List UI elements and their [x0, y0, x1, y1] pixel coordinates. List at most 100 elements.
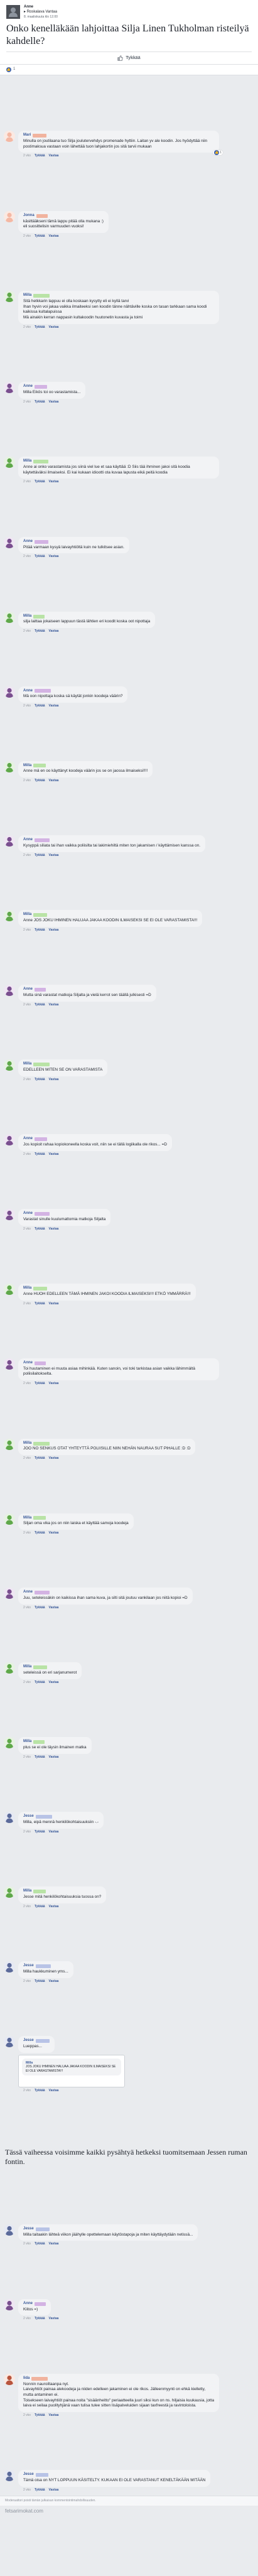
comment-reply-button[interactable]: Vastaa — [49, 1302, 59, 1306]
author-avatar[interactable] — [6, 5, 20, 19]
commenter-avatar[interactable] — [4, 1059, 15, 1071]
comment-like-button[interactable]: Tykkää — [35, 928, 45, 933]
comment-like-button[interactable]: Tykkää — [35, 1531, 45, 1535]
comment-author[interactable]: Milla — [23, 1665, 31, 1670]
comment-like-button[interactable]: Tykkää — [35, 853, 45, 858]
comment-time[interactable]: 2 vko — [23, 1680, 31, 1685]
comment-author[interactable]: Jonna — [23, 214, 35, 219]
comment-author[interactable]: Milla — [23, 1286, 31, 1291]
comment-time[interactable]: 2 vko — [23, 1382, 31, 1386]
comment-like-button[interactable]: Tykkää — [35, 2089, 45, 2093]
comment-author[interactable]: Milla — [23, 459, 31, 464]
comment-like-button[interactable]: Tykkää — [35, 1152, 45, 1157]
comment-reply-button[interactable]: Vastaa — [49, 704, 59, 708]
commenter-avatar[interactable] — [4, 985, 15, 997]
comment-author[interactable]: Jesse — [23, 2038, 34, 2043]
comment-like-count[interactable]: 👍 1 — [213, 150, 223, 156]
comment-reply-button[interactable]: Vastaa — [49, 2089, 59, 2093]
comment-time[interactable]: 2 vko — [23, 480, 31, 484]
commenter-avatar[interactable] — [4, 210, 15, 222]
commenter-avatar[interactable] — [4, 2298, 15, 2310]
commenter-avatar[interactable] — [4, 1588, 15, 1599]
commenter-avatar[interactable] — [4, 457, 15, 468]
comment-like-button[interactable]: Tykkää — [35, 1905, 45, 1909]
comment-author[interactable]: Milla — [23, 764, 31, 769]
comment-reply-button[interactable]: Vastaa — [49, 1382, 59, 1386]
comment-author[interactable]: Anne — [23, 1361, 33, 1366]
comment-like-button[interactable]: Tykkää — [35, 154, 45, 158]
like-button[interactable]: Tykkää — [6, 51, 252, 64]
comment-reply-button[interactable]: Vastaa — [49, 629, 59, 634]
comment-reply-button[interactable]: Vastaa — [49, 1979, 59, 1984]
comment-like-button[interactable]: Tykkää — [35, 1606, 45, 1610]
commenter-avatar[interactable] — [4, 910, 15, 922]
comment-reply-button[interactable]: Vastaa — [49, 1680, 59, 1685]
comment-time[interactable]: 2 vko — [23, 1606, 31, 1610]
comment-author[interactable]: Milla — [23, 1062, 31, 1067]
comment-author[interactable]: Anne — [23, 539, 33, 544]
comment-like-button[interactable]: Tykkää — [35, 234, 45, 239]
comment-time[interactable]: 2 vko — [23, 2488, 31, 2492]
comment-time[interactable]: 2 vko — [23, 1755, 31, 1760]
commenter-avatar[interactable] — [4, 1812, 15, 1824]
comment-time[interactable]: 2 vko — [23, 2089, 31, 2093]
comment-time[interactable]: 2 vko — [23, 2317, 31, 2321]
comment-reply-button[interactable]: Vastaa — [49, 1606, 59, 1610]
comment-time[interactable]: 2 vko — [23, 629, 31, 634]
comment-like-button[interactable]: Tykkää — [35, 1979, 45, 1984]
post-group[interactable]: Roskalava Vantaa — [27, 10, 57, 14]
comment-reply-button[interactable]: Vastaa — [49, 234, 59, 239]
commenter-avatar[interactable] — [4, 536, 15, 548]
commenter-avatar[interactable] — [4, 1358, 15, 1370]
comment-reply-button[interactable]: Vastaa — [49, 1227, 59, 1231]
comment-reply-button[interactable]: Vastaa — [49, 1152, 59, 1157]
commenter-avatar[interactable] — [4, 1134, 15, 1146]
comment-like-button[interactable]: Tykkää — [35, 1830, 45, 1834]
comment-author[interactable]: Anne — [23, 838, 33, 843]
commenter-avatar[interactable] — [4, 686, 15, 698]
comment-like-button[interactable]: Tykkää — [35, 400, 45, 404]
comment-author[interactable]: Milla — [23, 1740, 31, 1745]
comment-time[interactable]: 2 vko — [23, 1531, 31, 1535]
comment-like-button[interactable]: Tykkää — [35, 2413, 45, 2418]
comment-like-button[interactable]: Tykkää — [35, 480, 45, 484]
comment-author[interactable]: Iida — [23, 2376, 30, 2381]
comment-reply-button[interactable]: Vastaa — [49, 928, 59, 933]
comment-author[interactable]: Anne — [23, 384, 33, 389]
comment-reply-button[interactable]: Vastaa — [49, 480, 59, 484]
comment-time[interactable]: 2 vko — [23, 555, 31, 559]
comment-author[interactable]: Anne — [23, 987, 33, 992]
comment-reply-button[interactable]: Vastaa — [49, 555, 59, 559]
comment-author[interactable]: Milla — [23, 912, 31, 917]
commenter-avatar[interactable] — [4, 1662, 15, 1674]
commenter-avatar[interactable] — [4, 1886, 15, 1898]
comment-author[interactable]: Jesse — [23, 2227, 34, 2232]
commenter-avatar[interactable] — [4, 2470, 15, 2482]
comment-author[interactable]: Milla — [23, 1516, 31, 1521]
comment-like-button[interactable]: Tykkää — [35, 1680, 45, 1685]
comment-reply-button[interactable]: Vastaa — [49, 853, 59, 858]
comment-time[interactable]: 2 vko — [23, 2242, 31, 2246]
comment-reply-button[interactable]: Vastaa — [49, 779, 59, 783]
commenter-avatar[interactable] — [4, 1209, 15, 1221]
comment-author[interactable]: Mari — [23, 133, 31, 138]
comment-like-button[interactable]: Tykkää — [35, 704, 45, 708]
commenter-avatar[interactable] — [4, 1961, 15, 1973]
comment-author[interactable]: Milla — [23, 1889, 31, 1894]
comment-reply-button[interactable]: Vastaa — [49, 1078, 59, 1082]
comment-author[interactable]: Anne — [23, 1137, 33, 1142]
comment-time[interactable]: 2 vko — [23, 1830, 31, 1834]
commenter-avatar[interactable] — [4, 611, 15, 623]
comment-reply-button[interactable]: Vastaa — [49, 2317, 59, 2321]
reaction-summary[interactable]: 👍 1 — [0, 65, 258, 76]
commenter-avatar[interactable] — [4, 2036, 15, 2048]
comment-reply-button[interactable]: Vastaa — [49, 1905, 59, 1909]
comment-author[interactable]: Jesse — [23, 1964, 34, 1969]
commenter-avatar[interactable] — [4, 2224, 15, 2236]
comment-author[interactable]: Anne — [23, 689, 33, 694]
comment-like-button[interactable]: Tykkää — [35, 1078, 45, 1082]
comment-reply-button[interactable]: Vastaa — [49, 1755, 59, 1760]
comment-like-button[interactable]: Tykkää — [35, 1227, 45, 1231]
commenter-avatar[interactable] — [4, 835, 15, 847]
comment-like-button[interactable]: Tykkää — [35, 1382, 45, 1386]
